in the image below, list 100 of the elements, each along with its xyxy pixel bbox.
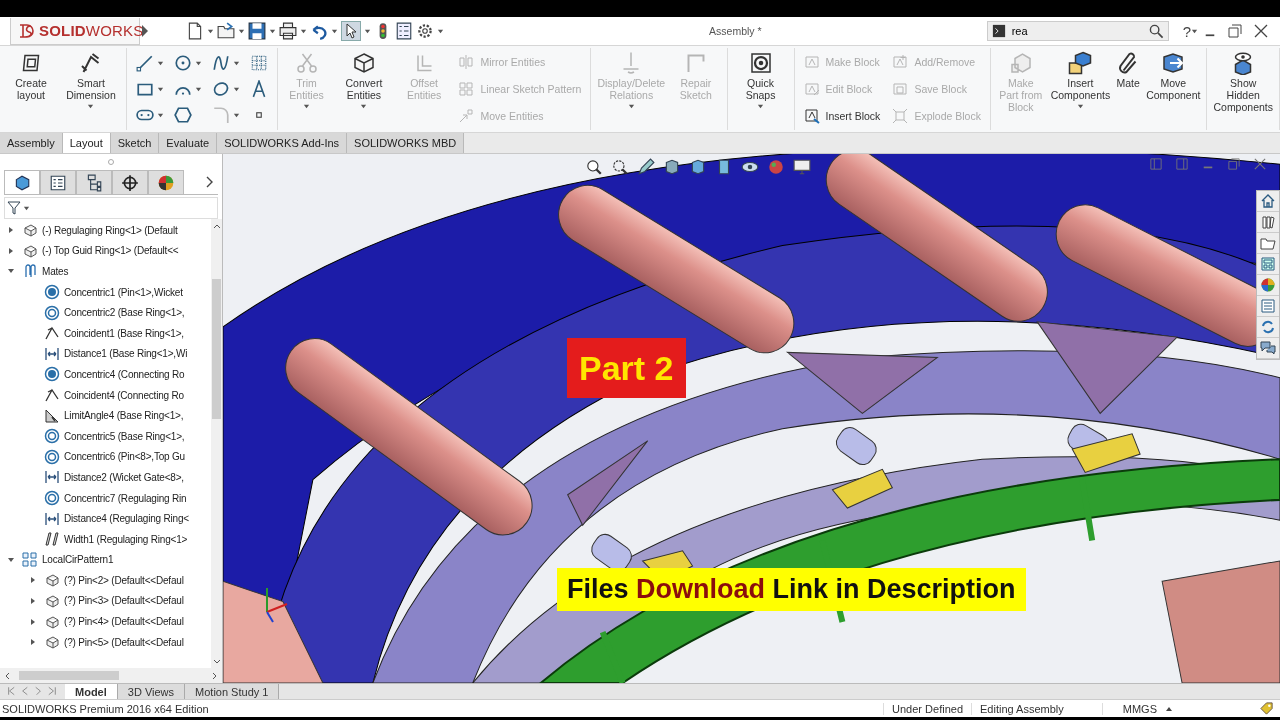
caret-icon[interactable] xyxy=(23,204,30,212)
tree-item[interactable]: (?) Pin<5> (Default<<Defaul xyxy=(64,636,184,648)
cube-icon[interactable] xyxy=(663,158,681,176)
search-box[interactable]: rea xyxy=(986,21,1169,41)
panel-tab[interactable] xyxy=(4,170,40,194)
panel-tab[interactable] xyxy=(40,170,76,194)
spline-icon[interactable] xyxy=(212,54,230,72)
caret-icon[interactable] xyxy=(331,27,338,35)
printer-icon[interactable] xyxy=(279,22,297,40)
chevron-down-icon[interactable] xyxy=(212,657,221,665)
tree-item[interactable]: LimitAngle4 (Base Ring<1>, xyxy=(64,410,184,422)
caret-icon[interactable] xyxy=(300,27,307,35)
panel-tab[interactable] xyxy=(148,170,184,194)
caret-icon[interactable] xyxy=(87,103,95,110)
ribbon-button[interactable]: Show Hidden Components xyxy=(1210,48,1276,130)
expand-arrow-icon[interactable] xyxy=(29,597,37,605)
tree-item[interactable]: Concentric2 (Base Ring<1>, xyxy=(64,307,185,319)
caret-icon[interactable] xyxy=(233,111,240,119)
panel-tab[interactable] xyxy=(76,170,112,194)
caret-icon[interactable] xyxy=(364,27,371,35)
caret-icon[interactable] xyxy=(437,27,444,35)
tree-item[interactable]: (?) Pin<2> (Default<<Defaul xyxy=(64,574,184,586)
tile-left-icon[interactable] xyxy=(1150,158,1162,170)
settings-icon[interactable] xyxy=(416,22,434,40)
help-button[interactable]: ? xyxy=(1182,22,1191,40)
expand-arrow-icon[interactable] xyxy=(7,246,15,255)
tree-item[interactable]: Coincident1 (Base Ring<1>, xyxy=(64,327,184,339)
vertical-scrollbar[interactable] xyxy=(211,219,222,668)
tag-icon[interactable] xyxy=(1259,701,1274,716)
tree-item[interactable]: Coincident4 (Connecting Ro xyxy=(64,389,184,401)
caret-icon[interactable] xyxy=(1076,103,1084,110)
tree-item[interactable]: LocalCirPattern1 xyxy=(42,554,114,566)
play-arrow-icon[interactable] xyxy=(140,24,150,38)
ellipse-icon[interactable] xyxy=(212,80,230,98)
task-pane-tab[interactable] xyxy=(1257,212,1279,233)
chevron-up-icon[interactable] xyxy=(212,222,221,230)
caret-icon[interactable] xyxy=(195,59,202,67)
search-field[interactable]: rea xyxy=(1011,25,1143,37)
tree-item[interactable]: Distance1 (Base Ring<1>,Wi xyxy=(64,348,188,360)
ribbon-button[interactable]: Create layout xyxy=(3,48,59,130)
command-tab[interactable]: Layout xyxy=(62,133,111,153)
task-pane-tab[interactable] xyxy=(1257,233,1279,254)
command-tab[interactable]: Evaluate xyxy=(159,133,218,153)
circle-icon[interactable] xyxy=(174,54,192,72)
units-field[interactable]: MMGS xyxy=(1101,702,1165,715)
caret-icon[interactable] xyxy=(157,59,164,67)
tree-item[interactable]: Width1 (Regulaging Ring<1> xyxy=(64,533,188,545)
command-tab[interactable]: SOLIDWORKS Add-Ins xyxy=(217,133,348,153)
chevron-left-icon[interactable] xyxy=(3,671,11,680)
caret-icon[interactable] xyxy=(1191,27,1198,35)
caret-icon[interactable] xyxy=(233,59,240,67)
expand-arrow-icon[interactable] xyxy=(29,576,37,585)
caret-icon[interactable] xyxy=(207,27,214,35)
ribbon-button[interactable]: Convert Entities xyxy=(332,48,396,130)
task-pane-tab[interactable] xyxy=(1257,191,1279,212)
save-icon[interactable] xyxy=(248,22,266,40)
command-tab[interactable]: Assembly xyxy=(0,133,63,153)
tree-item[interactable]: Concentric7 (Regulaging Rin xyxy=(64,492,187,504)
tile-right-icon[interactable] xyxy=(1176,158,1188,170)
grip-icon[interactable] xyxy=(107,158,115,166)
bottom-tab[interactable]: Model xyxy=(65,684,118,699)
tree-item[interactable]: (?) Pin<3> (Default<<Defaul xyxy=(64,595,184,607)
magnifier-icon[interactable] xyxy=(611,158,629,176)
caret-icon[interactable] xyxy=(238,27,245,35)
bottom-tab[interactable]: 3D Views xyxy=(117,684,186,699)
caret-icon[interactable] xyxy=(233,85,240,93)
folder-icon[interactable] xyxy=(217,22,235,40)
ribbon-button[interactable]: Insert Components xyxy=(1047,48,1114,130)
caret-icon[interactable] xyxy=(195,85,202,93)
expand-arrow-icon[interactable] xyxy=(29,638,37,647)
ribbon-button[interactable]: Mate xyxy=(1113,48,1144,130)
tree-item[interactable]: Concentric5 (Base Ring<1>, xyxy=(64,430,185,442)
task-pane-tab[interactable] xyxy=(1257,275,1279,296)
tree-item[interactable]: Concentric6 (Pin<8>,Top Gu xyxy=(64,451,185,463)
command-tab[interactable]: Sketch xyxy=(110,133,160,153)
line-icon[interactable] xyxy=(136,54,154,72)
task-pane-tab[interactable] xyxy=(1257,317,1279,338)
tree-item[interactable]: Distance4 (Regulaging Ring< xyxy=(64,513,189,525)
collapse-arrow-icon[interactable] xyxy=(7,555,15,564)
task-pane-tab[interactable] xyxy=(1257,338,1279,359)
tree-item[interactable]: Concentric1 (Pin<1>,Wicket xyxy=(64,286,183,298)
expand-arrow-icon[interactable] xyxy=(29,617,37,626)
close-icon[interactable] xyxy=(1254,158,1266,170)
caret-icon[interactable] xyxy=(757,103,764,110)
grid-icon[interactable] xyxy=(250,54,268,72)
caret-icon[interactable] xyxy=(157,111,164,119)
search-icon[interactable] xyxy=(1148,23,1164,39)
cube-icon[interactable] xyxy=(689,158,707,176)
tree-item[interactable]: Concentric4 (Connecting Ro xyxy=(64,368,185,380)
pointer-icon[interactable] xyxy=(343,23,359,39)
filter-icon[interactable] xyxy=(7,200,23,216)
tree-item[interactable]: (-) Regulaging Ring<1> (Default xyxy=(42,224,178,236)
tree-item[interactable]: Distance2 (Wicket Gate<8>, xyxy=(64,471,184,483)
pencil-icon[interactable] xyxy=(637,158,655,176)
bottom-tab[interactable]: Motion Study 1 xyxy=(185,684,280,699)
monitor-icon[interactable] xyxy=(793,158,811,176)
sphere-icon[interactable] xyxy=(767,158,785,176)
restore-icon[interactable] xyxy=(1228,158,1240,170)
hexagon-icon[interactable] xyxy=(174,106,192,124)
expand-arrow-icon[interactable] xyxy=(7,226,15,235)
